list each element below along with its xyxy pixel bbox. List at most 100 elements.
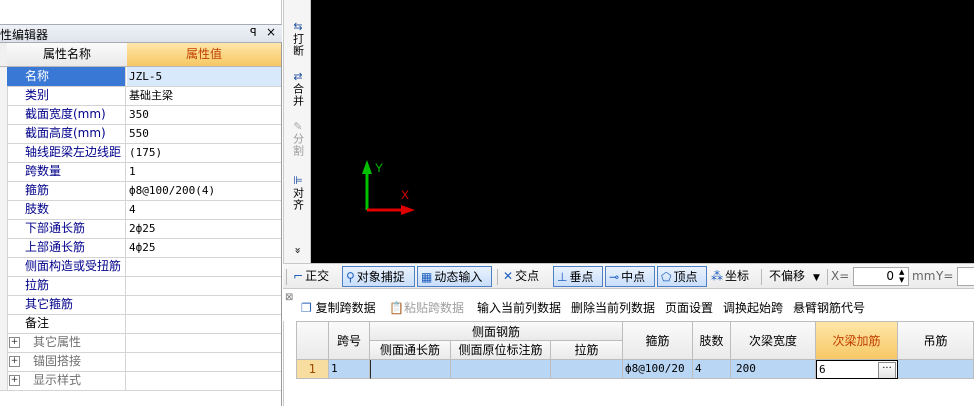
property-row[interactable]: 侧面构造或受扭筋 xyxy=(0,257,281,277)
intersection-button[interactable]: ✕ 交点 xyxy=(503,266,539,287)
side-through-cell[interactable] xyxy=(370,360,451,379)
property-value[interactable]: 基础主梁 xyxy=(127,86,281,105)
secondary-width-header[interactable]: 次梁宽度 xyxy=(731,321,816,360)
property-value[interactable]: 550 xyxy=(127,124,281,143)
more-tools-icon[interactable]: » xyxy=(292,240,305,262)
property-value[interactable] xyxy=(127,371,281,390)
paste-span-label: 粘贴跨数据 xyxy=(403,301,464,315)
drawing-canvas[interactable]: Y X xyxy=(311,0,974,263)
span-no-cell[interactable]: 1 xyxy=(329,360,370,379)
property-row[interactable]: 截面宽度(mm) 350 xyxy=(0,105,281,125)
secondary-add-input[interactable]: 6 xyxy=(819,361,826,378)
side-original-header[interactable]: 侧面原位标注筋 xyxy=(451,341,551,360)
offset-mode-select[interactable]: 不偏移 ▼ xyxy=(769,266,820,287)
secondary-width-cell[interactable]: 200 xyxy=(731,360,816,379)
page-setup-button[interactable]: 页面设置 xyxy=(665,299,713,316)
vertex-toggle[interactable]: ⬠ 顶点 xyxy=(657,266,707,287)
property-value[interactable]: 350 xyxy=(127,105,281,124)
coordinate-button[interactable]: ⁂ 坐标 xyxy=(711,266,749,287)
property-row[interactable]: 类别 基础主梁 xyxy=(0,86,281,106)
x-spinner-icon[interactable]: ▲ ▼ xyxy=(899,268,904,289)
cantilever-code-button[interactable]: 悬臂钢筋代号 xyxy=(793,299,865,316)
property-value[interactable]: 2ф25 xyxy=(127,219,281,238)
toolbar-separator xyxy=(827,269,828,285)
swap-start-span-button[interactable]: 调换起始跨 xyxy=(723,299,783,316)
property-row[interactable]: 显示样式 + xyxy=(0,371,281,391)
copy-span-button[interactable]: ❐ 复制跨数据 xyxy=(301,299,376,316)
tie-header[interactable]: 拉筋 xyxy=(551,341,623,360)
property-row[interactable]: 下部通长筋 2ф25 xyxy=(0,219,281,239)
x-axis-arrowhead xyxy=(401,205,415,215)
tie-cell[interactable] xyxy=(551,360,623,379)
column-header-value[interactable]: 属性值 xyxy=(127,43,281,66)
hanger-header[interactable]: 吊筋 xyxy=(898,321,974,360)
paste-span-button[interactable]: 📋粘贴跨数据 xyxy=(389,299,464,316)
orthogonal-button[interactable]: ⌐ 正交 xyxy=(293,266,329,287)
property-row[interactable]: 其它属性 + xyxy=(0,333,281,353)
ellipsis-button-icon[interactable]: ··· xyxy=(878,362,896,378)
property-value[interactable]: JZL-5 xyxy=(127,67,281,86)
property-value[interactable]: 4 xyxy=(127,200,281,219)
toolbar-separator xyxy=(761,269,762,285)
merge-button[interactable]: ⇄ 合并 xyxy=(287,70,309,110)
legs-cell[interactable]: 4 xyxy=(693,360,731,379)
secondary-add-cell-editor[interactable]: 6 ··· xyxy=(816,360,898,379)
expand-icon[interactable]: + xyxy=(9,356,20,367)
property-row[interactable]: 上部通长筋 4ф25 xyxy=(0,238,281,258)
break-button[interactable]: ⇆ 打断 xyxy=(287,20,309,60)
property-row[interactable]: 肢数 4 xyxy=(0,200,281,220)
property-value[interactable] xyxy=(127,276,281,295)
property-row[interactable]: 锚固搭接 + xyxy=(0,352,281,372)
property-row[interactable]: 轴线距梁左边线距 (175) xyxy=(0,143,281,163)
property-value[interactable] xyxy=(127,333,281,352)
side-original-cell[interactable] xyxy=(451,360,551,379)
midpoint-icon: ⊸ xyxy=(609,270,620,284)
secondary-add-header[interactable]: 次梁加筋 xyxy=(816,321,898,360)
property-value[interactable] xyxy=(127,295,281,314)
property-row[interactable]: 备注 xyxy=(0,314,281,334)
property-name: 肢数 xyxy=(7,200,126,219)
stirrup-cell[interactable]: ф8@100/20 xyxy=(623,360,693,379)
input-column-button[interactable]: 输入当前列数据 xyxy=(477,299,561,316)
property-value[interactable]: 1 xyxy=(127,162,281,181)
property-value[interactable] xyxy=(127,352,281,371)
merge-icon: ⇄ xyxy=(293,70,303,83)
stirrup-header[interactable]: 箍筋 xyxy=(623,321,693,360)
merge-label: 合并 xyxy=(291,83,305,107)
expand-icon[interactable]: + xyxy=(9,375,20,386)
break-icon: ⇆ xyxy=(293,20,303,33)
pin-icon[interactable]: ꟼ xyxy=(250,26,257,39)
expand-icon[interactable]: + xyxy=(9,337,20,348)
property-row[interactable]: 跨数量 1 xyxy=(0,162,281,182)
property-value[interactable] xyxy=(127,314,281,333)
property-value[interactable]: 4ф25 xyxy=(127,238,281,257)
align-button[interactable]: ⊫ 对齐 xyxy=(287,174,309,214)
midpoint-toggle[interactable]: ⊸ 中点 xyxy=(605,266,655,287)
property-row[interactable]: 其它箍筋 xyxy=(0,295,281,315)
close-icon[interactable]: × xyxy=(266,25,276,39)
dynamic-input-toggle[interactable]: ▦ 动态输入 xyxy=(417,266,492,287)
property-value[interactable]: (175) xyxy=(127,143,281,162)
property-row[interactable]: 截面高度(mm) 550 xyxy=(0,124,281,144)
side-through-header[interactable]: 侧面通长筋 xyxy=(370,341,451,360)
property-value[interactable] xyxy=(127,257,281,276)
legs-header[interactable]: 肢数 xyxy=(693,321,731,360)
property-row[interactable]: 拉筋 xyxy=(0,276,281,296)
hanger-cell[interactable] xyxy=(898,360,974,379)
perpendicular-icon: ⊥ xyxy=(557,270,568,284)
align-icon: ⊫ xyxy=(293,174,303,187)
property-row[interactable]: 箍筋 ф8@100/200(4) xyxy=(0,181,281,201)
column-header-name[interactable]: 属性名称 xyxy=(7,43,128,66)
perpendicular-toggle[interactable]: ⊥ 垂点 xyxy=(553,266,603,287)
delete-column-button[interactable]: 删除当前列数据 xyxy=(571,299,655,316)
span-no-header[interactable]: 跨号 xyxy=(329,321,370,360)
property-row[interactable]: 名称 JZL-5 xyxy=(0,67,281,87)
row-index-cell[interactable]: 1 xyxy=(296,360,329,379)
object-snap-toggle[interactable]: ⚲ 对象捕捉 xyxy=(342,266,415,287)
y-label: Y= xyxy=(936,269,954,283)
property-value[interactable]: ф8@100/200(4) xyxy=(127,181,281,200)
unit-label: mm xyxy=(912,269,936,283)
toolbar-separator xyxy=(497,269,498,285)
split-button[interactable]: ✎ 分割 xyxy=(287,120,309,160)
y-input[interactable] xyxy=(957,267,974,286)
